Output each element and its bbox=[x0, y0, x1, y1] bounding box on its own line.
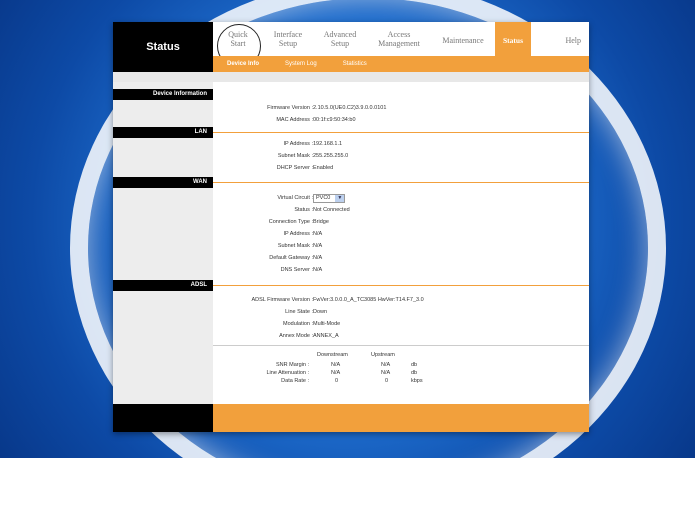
subtab-statistics[interactable]: Statistics bbox=[343, 61, 367, 67]
row-firmware: Firmware Version : 2.10.5.0(UE0.C2)3.9.0… bbox=[213, 104, 589, 113]
vc-label: Virtual Circuit : bbox=[277, 195, 313, 201]
tab-interface-setup-line1: Interface bbox=[273, 30, 303, 39]
section-lan: LAN bbox=[113, 127, 213, 138]
row-modulation: Modulation : Multi-Mode bbox=[213, 320, 589, 329]
main-nav: Quick Start Interface Setup Advanced Set… bbox=[213, 22, 589, 56]
section-adsl: ADSL bbox=[113, 280, 213, 291]
virtual-circuit-select[interactable]: PVC0 ▼ bbox=[313, 194, 346, 203]
line-state-value: Down bbox=[313, 309, 328, 315]
vc-selected-value: PVC0 bbox=[316, 195, 331, 201]
row-line-state: Line State : Down bbox=[213, 308, 589, 317]
wan-mask-label: Subnet Mask : bbox=[277, 243, 313, 249]
tab-interface-setup[interactable]: Interface Setup bbox=[263, 22, 313, 56]
snr-up: N/A bbox=[381, 362, 391, 368]
section-device-info: Device Information bbox=[113, 89, 213, 100]
subtab-device-info[interactable]: Device Info bbox=[227, 61, 259, 67]
row-wan-mask: Subnet Mask : N/A bbox=[213, 242, 589, 251]
wan-ip-label: IP Address : bbox=[283, 231, 313, 237]
row-dns: DNS Server : N/A bbox=[213, 266, 589, 275]
gateway-label: Default Gateway : bbox=[269, 255, 313, 261]
tab-help-label: Help bbox=[565, 36, 581, 45]
modulation-label: Modulation : bbox=[283, 321, 313, 327]
page-status-box: Status bbox=[113, 22, 213, 72]
row-wan-status: Status : Not Connected bbox=[213, 206, 589, 215]
row-virtual-circuit: Virtual Circuit : PVC0 ▼ bbox=[213, 194, 589, 203]
chevron-down-icon[interactable]: ▼ bbox=[335, 195, 345, 202]
lan-divider bbox=[213, 132, 589, 133]
footer-left bbox=[113, 404, 213, 432]
data-rate-up: 0 bbox=[385, 378, 389, 384]
sub-nav: Device Info System Log Statistics bbox=[213, 56, 589, 72]
row-gateway: Default Gateway : N/A bbox=[213, 254, 589, 263]
router-status-window: Status Quick Start Interface Setup Advan… bbox=[113, 22, 589, 432]
snr-label: SNR Margin : bbox=[275, 362, 309, 368]
tab-advanced-setup-line2: Setup bbox=[330, 39, 350, 48]
tab-status-label: Status bbox=[502, 36, 523, 45]
wan-mask-value: N/A bbox=[313, 243, 323, 249]
snr-unit: db bbox=[411, 362, 418, 368]
tab-access-management[interactable]: Access Management bbox=[367, 22, 431, 56]
col-downstream: Downstream bbox=[317, 352, 348, 358]
footer-bar bbox=[213, 404, 589, 432]
gateway-value: N/A bbox=[313, 255, 323, 261]
spacer-strip bbox=[113, 72, 589, 82]
conn-type-label: Connection Type : bbox=[268, 219, 313, 225]
tab-interface-setup-line2: Setup bbox=[278, 39, 298, 48]
lan-mask-value: 255.255.255.0 bbox=[313, 153, 349, 159]
dhcp-label: DHCP Server : bbox=[276, 165, 313, 171]
line-state-label: Line State : bbox=[285, 309, 313, 315]
lan-mask-label: Subnet Mask : bbox=[277, 153, 313, 159]
row-adsl-fw: ADSL Firmware Version : FwVer:3.0.0.0_A_… bbox=[213, 296, 589, 305]
row-conn-type: Connection Type : Bridge bbox=[213, 218, 589, 227]
wan-ip-value: N/A bbox=[313, 231, 323, 237]
firmware-value: 2.10.5.0(UE0.C2)3.9.0.0.0101 bbox=[313, 105, 387, 111]
adsl-stats-divider bbox=[213, 345, 589, 346]
adsl-fw-label: ADSL Firmware Version : bbox=[251, 297, 313, 303]
tab-maintenance[interactable]: Maintenance bbox=[431, 22, 495, 56]
lan-ip-label: IP Address : bbox=[283, 141, 313, 147]
data-rate-label: Data Rate : bbox=[281, 378, 309, 384]
snr-down: N/A bbox=[331, 362, 341, 368]
tab-status[interactable]: Status bbox=[495, 22, 531, 56]
row-lan-mask: Subnet Mask : 255.255.255.0 bbox=[213, 152, 589, 161]
row-wan-ip: IP Address : N/A bbox=[213, 230, 589, 239]
attenuation-unit: db bbox=[411, 370, 418, 376]
attenuation-up: N/A bbox=[381, 370, 391, 376]
dhcp-value: Enabled bbox=[313, 165, 334, 171]
tab-access-management-line1: Access bbox=[387, 30, 411, 39]
mac-value: 00:1f:c9:50:34:b0 bbox=[313, 117, 356, 123]
dns-value: N/A bbox=[313, 267, 323, 273]
tab-help[interactable]: Help bbox=[531, 22, 589, 56]
tab-advanced-setup-line1: Advanced bbox=[323, 30, 357, 39]
adsl-stats-table: Downstream Upstream SNR Margin : N/A N/A… bbox=[113, 352, 589, 402]
adsl-fw-value: FwVer:3.0.0.0_A_TC3085 HwVer:T14.F7_3.0 bbox=[313, 297, 424, 303]
lan-ip-value: 192.168.1.1 bbox=[313, 141, 343, 147]
wan-status-label: Status : bbox=[294, 207, 313, 213]
row-mac: MAC Address : 00:1f:c9:50:34:b0 bbox=[213, 116, 589, 125]
annex-value: ANNEX_A bbox=[313, 333, 339, 339]
row-lan-ip: IP Address : 192.168.1.1 bbox=[213, 140, 589, 149]
subtab-system-log[interactable]: System Log bbox=[285, 61, 317, 67]
firmware-label: Firmware Version : bbox=[267, 105, 313, 111]
row-annex: Annex Mode : ANNEX_A bbox=[213, 332, 589, 341]
dns-label: DNS Server : bbox=[280, 267, 313, 273]
modulation-value: Multi-Mode bbox=[313, 321, 341, 327]
annex-label: Annex Mode : bbox=[279, 333, 313, 339]
col-upstream: Upstream bbox=[371, 352, 395, 358]
attenuation-label: Line Attenuation : bbox=[266, 370, 309, 376]
vc-select-wrap: PVC0 ▼ bbox=[313, 194, 346, 203]
section-wan: WAN bbox=[113, 177, 213, 188]
conn-type-value: Bridge bbox=[313, 219, 329, 225]
data-rate-unit: kbps bbox=[411, 378, 423, 384]
wan-status-value: Not Connected bbox=[313, 207, 350, 213]
tab-maintenance-label: Maintenance bbox=[442, 36, 484, 45]
tab-advanced-setup[interactable]: Advanced Setup bbox=[313, 22, 367, 56]
row-dhcp: DHCP Server : Enabled bbox=[213, 164, 589, 173]
attenuation-down: N/A bbox=[331, 370, 341, 376]
tab-access-management-line2: Management bbox=[378, 39, 420, 48]
mac-label: MAC Address : bbox=[276, 117, 313, 123]
wan-divider bbox=[213, 182, 589, 183]
adsl-divider bbox=[213, 285, 589, 286]
data-rate-down: 0 bbox=[335, 378, 339, 384]
